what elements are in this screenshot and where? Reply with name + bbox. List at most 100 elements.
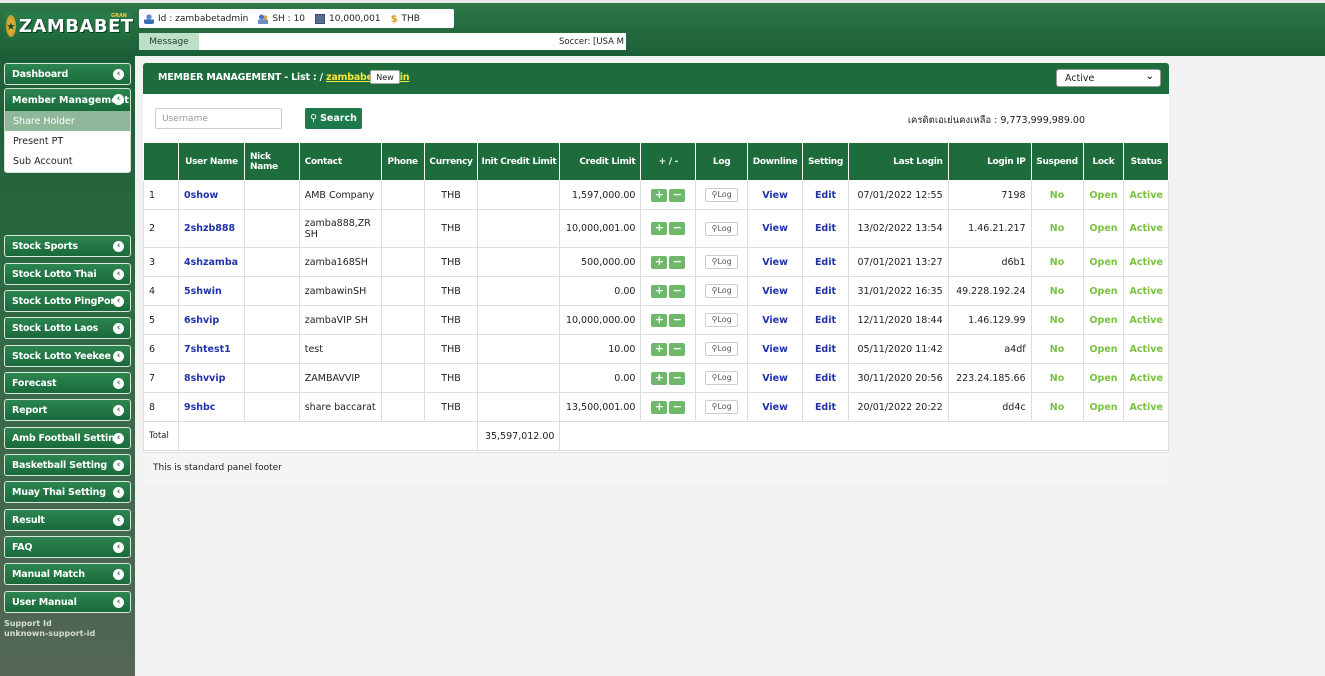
setting-edit-link[interactable]: Edit <box>802 363 849 393</box>
downline-view-link[interactable]: View <box>747 363 804 393</box>
username-link[interactable]: 4shzamba <box>177 247 245 277</box>
downline-view-link[interactable]: View <box>747 334 804 364</box>
minus-icon[interactable]: − <box>669 313 686 327</box>
log-button[interactable]: ⚲Log <box>705 342 739 356</box>
minus-icon[interactable]: − <box>669 188 686 202</box>
sidebar-item-amb-football-setting[interactable]: Amb Football Setting ‹ <box>4 427 131 449</box>
sidebar-item-forecast[interactable]: Forecast ‹ <box>4 372 131 394</box>
col-credit-limit[interactable]: Credit Limit <box>559 142 642 181</box>
submenu-present-pt[interactable]: Present PT <box>5 131 130 151</box>
suspend-cell[interactable]: No <box>1030 276 1084 306</box>
sidebar-item-user-manual[interactable]: User Manual ‹ <box>4 591 131 613</box>
col-contact[interactable]: Contact <box>298 142 382 181</box>
lock-cell[interactable]: Open <box>1082 363 1125 393</box>
username-link[interactable]: 7shtest1 <box>177 334 245 364</box>
username-link[interactable]: 6shvip <box>177 305 245 335</box>
plus-icon[interactable]: + <box>651 188 668 202</box>
plus-icon[interactable]: + <box>651 371 668 385</box>
sidebar-item-stock-lotto-thai[interactable]: Stock Lotto Thai ‹ <box>4 263 131 285</box>
downline-view-link[interactable]: View <box>747 276 804 306</box>
setting-edit-link[interactable]: Edit <box>802 334 849 364</box>
downline-view-link[interactable]: View <box>747 392 804 422</box>
suspend-cell[interactable]: No <box>1030 209 1084 248</box>
log-button[interactable]: ⚲Log <box>705 400 739 414</box>
log-button[interactable]: ⚲Log <box>705 255 739 269</box>
setting-edit-link[interactable]: Edit <box>802 209 849 248</box>
col-last-login[interactable]: Last Login <box>847 142 949 181</box>
status-cell[interactable]: Active <box>1123 334 1169 364</box>
status-cell[interactable]: Active <box>1123 180 1169 210</box>
sidebar-item-member-management[interactable]: Member Management ‹ <box>5 89 130 111</box>
plus-icon[interactable]: + <box>651 284 668 298</box>
downline-view-link[interactable]: View <box>747 180 804 210</box>
sidebar-item-result[interactable]: Result ‹ <box>4 509 131 531</box>
log-button[interactable]: ⚲Log <box>705 313 739 327</box>
col-nickname[interactable]: Nick Name <box>243 142 300 181</box>
suspend-cell[interactable]: No <box>1030 305 1084 335</box>
submenu-share-holder[interactable]: Share Holder <box>5 111 130 131</box>
downline-view-link[interactable]: View <box>747 247 804 277</box>
message-bar[interactable]: Message Soccer: [USA M <box>139 33 626 50</box>
setting-edit-link[interactable]: Edit <box>802 392 849 422</box>
username-search-input[interactable]: Username <box>155 108 282 129</box>
sidebar-item-faq[interactable]: FAQ ‹ <box>4 536 131 558</box>
minus-icon[interactable]: − <box>669 284 686 298</box>
sidebar-item-manual-match[interactable]: Manual Match ‹ <box>4 563 131 585</box>
col-username[interactable]: User Name <box>177 142 245 181</box>
lock-cell[interactable]: Open <box>1082 247 1125 277</box>
minus-icon[interactable]: − <box>669 255 686 269</box>
plus-icon[interactable]: + <box>651 255 668 269</box>
sidebar-item-stock-sports[interactable]: Stock Sports ‹ <box>4 235 131 257</box>
log-button[interactable]: ⚲Log <box>705 188 739 202</box>
log-button[interactable]: ⚲Log <box>705 371 739 385</box>
minus-icon[interactable]: − <box>669 371 686 385</box>
sidebar-item-stock-lotto-pingpong[interactable]: Stock Lotto PingPong ‹ <box>4 290 131 312</box>
lock-cell[interactable]: Open <box>1082 392 1125 422</box>
sidebar-item-muay-thai-setting[interactable]: Muay Thai Setting ‹ <box>4 481 131 503</box>
new-button[interactable]: New <box>370 70 400 84</box>
setting-edit-link[interactable]: Edit <box>802 305 849 335</box>
lock-cell[interactable]: Open <box>1082 305 1125 335</box>
log-button[interactable]: ⚲Log <box>705 284 739 298</box>
sidebar-item-stock-lotto-laos[interactable]: Stock Lotto Laos ‹ <box>4 317 131 339</box>
submenu-sub-account[interactable]: Sub Account <box>5 151 130 171</box>
lock-cell[interactable]: Open <box>1082 180 1125 210</box>
col-currency[interactable]: Currency <box>423 142 479 181</box>
setting-edit-link[interactable]: Edit <box>802 180 849 210</box>
plus-icon[interactable]: + <box>651 313 668 327</box>
username-link[interactable]: 2shzb888 <box>177 209 245 248</box>
username-link[interactable]: 9shbc <box>177 392 245 422</box>
status-cell[interactable]: Active <box>1123 305 1169 335</box>
suspend-cell[interactable]: No <box>1030 392 1084 422</box>
suspend-cell[interactable]: No <box>1030 363 1084 393</box>
lock-cell[interactable]: Open <box>1082 276 1125 306</box>
minus-icon[interactable]: − <box>669 222 686 235</box>
log-button[interactable]: ⚲Log <box>705 221 739 236</box>
sidebar-item-report[interactable]: Report ‹ <box>4 399 131 421</box>
col-login-ip[interactable]: Login IP <box>947 142 1032 181</box>
minus-icon[interactable]: − <box>669 342 686 356</box>
setting-edit-link[interactable]: Edit <box>802 247 849 277</box>
downline-view-link[interactable]: View <box>747 305 804 335</box>
plus-icon[interactable]: + <box>651 342 668 356</box>
col-phone[interactable]: Phone <box>380 142 425 181</box>
suspend-cell[interactable]: No <box>1030 334 1084 364</box>
logo[interactable]: ★ ZAMBABET GRAN <box>4 12 133 40</box>
setting-edit-link[interactable]: Edit <box>802 276 849 306</box>
status-select[interactable]: Active ⌄ <box>1056 69 1161 87</box>
suspend-cell[interactable]: No <box>1030 247 1084 277</box>
search-button[interactable]: ⚲ Search <box>305 108 362 129</box>
minus-icon[interactable]: − <box>669 400 686 414</box>
suspend-cell[interactable]: No <box>1030 180 1084 210</box>
status-cell[interactable]: Active <box>1123 363 1169 393</box>
status-cell[interactable]: Active <box>1123 276 1169 306</box>
status-cell[interactable]: Active <box>1123 247 1169 277</box>
username-link[interactable]: 8shvvip <box>177 363 245 393</box>
status-cell[interactable]: Active <box>1123 209 1169 248</box>
username-link[interactable]: 5shwin <box>177 276 245 306</box>
sidebar-item-stock-lotto-yeekee[interactable]: Stock Lotto Yeekee ‹ <box>4 345 131 367</box>
lock-cell[interactable]: Open <box>1082 334 1125 364</box>
sidebar-item-dashboard[interactable]: Dashboard ‹ <box>4 63 131 85</box>
plus-icon[interactable]: + <box>651 222 668 235</box>
lock-cell[interactable]: Open <box>1082 209 1125 248</box>
